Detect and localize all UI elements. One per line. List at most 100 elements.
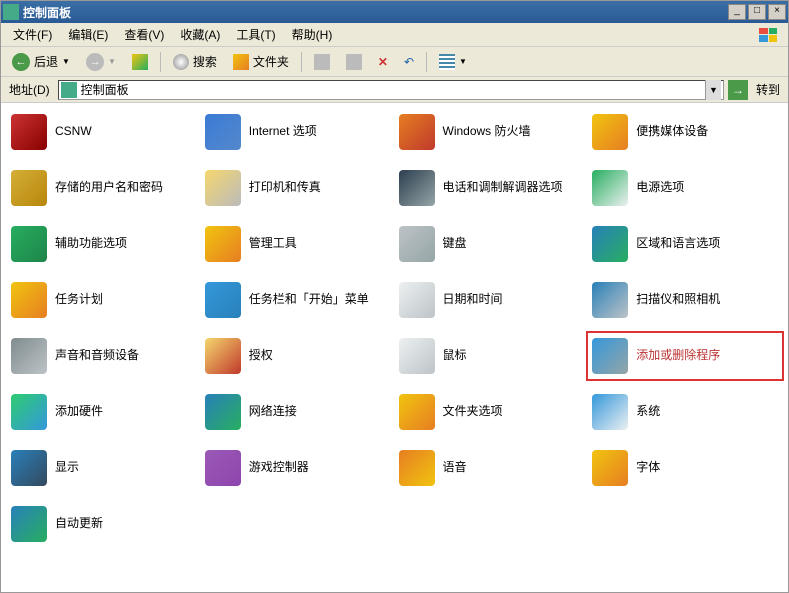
app-icon (3, 4, 19, 20)
views-button[interactable]: ▼ (432, 50, 474, 74)
cp-item-addremove[interactable]: 添加或删除程序 (590, 335, 780, 377)
power-icon (592, 170, 628, 206)
cp-item-csnw[interactable]: CSNW (9, 111, 199, 153)
views-icon (439, 54, 455, 70)
cp-item-label: 便携媒体设备 (636, 124, 708, 140)
cp-item-sound[interactable]: 声音和音频设备 (9, 335, 199, 377)
close-button[interactable]: × (768, 4, 786, 20)
undo-button[interactable]: ↶ (397, 50, 421, 74)
back-button[interactable]: ← 后退 ▼ (5, 50, 77, 74)
system-icon (592, 394, 628, 430)
cp-item-label: 扫描仪和照相机 (636, 292, 720, 308)
cp-item-label: 管理工具 (249, 236, 297, 252)
address-dropdown-icon[interactable]: ▼ (705, 80, 721, 100)
cp-item-taskbar[interactable]: 任务栏和「开始」菜单 (203, 279, 393, 321)
portable-icon (592, 114, 628, 150)
cp-item-addhw[interactable]: 添加硬件 (9, 391, 199, 433)
delete-button[interactable]: ✕ (371, 50, 395, 74)
window-title: 控制面板 (23, 4, 726, 21)
scanner-icon (592, 282, 628, 318)
cp-item-access[interactable]: 辅助功能选项 (9, 223, 199, 265)
copyto-button[interactable] (339, 50, 369, 74)
cp-item-gamepad[interactable]: 游戏控制器 (203, 447, 393, 489)
cp-item-display[interactable]: 显示 (9, 447, 199, 489)
menu-edit[interactable]: 编辑(E) (60, 24, 116, 45)
folders-icon (233, 54, 249, 70)
address-label: 地址(D) (5, 81, 54, 98)
up-button[interactable] (125, 50, 155, 74)
network-icon (205, 394, 241, 430)
datetime-icon (399, 282, 435, 318)
cp-item-label: 游戏控制器 (249, 460, 309, 476)
address-combo[interactable]: 控制面板 ▼ (58, 80, 724, 100)
display-icon (11, 450, 47, 486)
cp-item-label: 打印机和传真 (249, 180, 321, 196)
fonts-icon (592, 450, 628, 486)
search-button[interactable]: 搜索 (166, 50, 224, 74)
cp-item-internet[interactable]: Internet 选项 (203, 111, 393, 153)
internet-icon (205, 114, 241, 150)
cp-item-power[interactable]: 电源选项 (590, 167, 780, 209)
address-icon (61, 82, 77, 98)
mouse-icon (399, 338, 435, 374)
cp-item-label: Windows 防火墙 (443, 124, 531, 140)
cp-item-keyboard[interactable]: 键盘 (397, 223, 587, 265)
forward-arrow-icon: → (86, 53, 104, 71)
cp-item-portable[interactable]: 便携媒体设备 (590, 111, 780, 153)
cp-item-label: 字体 (636, 460, 660, 476)
cp-item-speech[interactable]: 语音 (397, 447, 587, 489)
cp-item-label: 任务栏和「开始」菜单 (249, 292, 369, 308)
address-value: 控制面板 (81, 81, 129, 98)
speech-icon (399, 450, 435, 486)
cp-item-folder[interactable]: 文件夹选项 (397, 391, 587, 433)
cp-item-label: CSNW (55, 124, 92, 140)
cp-item-label: 任务计划 (55, 292, 103, 308)
cp-item-network[interactable]: 网络连接 (203, 391, 393, 433)
maximize-button[interactable]: □ (748, 4, 766, 20)
cp-item-label: 文件夹选项 (443, 404, 503, 420)
cp-item-printer[interactable]: 打印机和传真 (203, 167, 393, 209)
gamepad-icon (205, 450, 241, 486)
moveto-button[interactable] (307, 50, 337, 74)
cp-item-firewall[interactable]: Windows 防火墙 (397, 111, 587, 153)
cp-item-admintools[interactable]: 管理工具 (203, 223, 393, 265)
folder-icon (399, 394, 435, 430)
cp-item-scanner[interactable]: 扫描仪和照相机 (590, 279, 780, 321)
cp-item-label: 声音和音频设备 (55, 348, 139, 364)
cp-item-tasks[interactable]: 任务计划 (9, 279, 199, 321)
menu-favorites[interactable]: 收藏(A) (172, 24, 228, 45)
cp-item-datetime[interactable]: 日期和时间 (397, 279, 587, 321)
cp-item-label: 电话和调制解调器选项 (443, 180, 563, 196)
undo-icon: ↶ (404, 55, 414, 69)
folders-label: 文件夹 (253, 53, 289, 70)
folders-button[interactable]: 文件夹 (226, 50, 296, 74)
admintools-icon (205, 226, 241, 262)
cp-item-system[interactable]: 系统 (590, 391, 780, 433)
go-button[interactable]: → (728, 80, 748, 100)
cp-item-credentials[interactable]: 存储的用户名和密码 (9, 167, 199, 209)
cp-item-phone[interactable]: 电话和调制解调器选项 (397, 167, 587, 209)
cp-item-update[interactable]: 自动更新 (9, 503, 199, 545)
toolbar: ← 后退 ▼ → ▼ 搜索 文件夹 ✕ ↶ ▼ (1, 47, 788, 77)
addremove-icon (592, 338, 628, 374)
menu-tools[interactable]: 工具(T) (228, 24, 283, 45)
cp-item-mouse[interactable]: 鼠标 (397, 335, 587, 377)
cp-item-fonts[interactable]: 字体 (590, 447, 780, 489)
minimize-button[interactable]: _ (728, 4, 746, 20)
cp-item-region[interactable]: 区域和语言选项 (590, 223, 780, 265)
firewall-icon (399, 114, 435, 150)
region-icon (592, 226, 628, 262)
taskbar-icon (205, 282, 241, 318)
menu-view[interactable]: 查看(V) (116, 24, 172, 45)
cp-item-license[interactable]: 授权 (203, 335, 393, 377)
cp-item-label: Internet 选项 (249, 124, 317, 140)
cp-item-label: 添加硬件 (55, 404, 103, 420)
addhw-icon (11, 394, 47, 430)
cp-item-label: 键盘 (443, 236, 467, 252)
menu-help[interactable]: 帮助(H) (284, 24, 341, 45)
menu-file[interactable]: 文件(F) (5, 24, 60, 45)
copyto-icon (346, 54, 362, 70)
forward-button[interactable]: → ▼ (79, 50, 123, 74)
delete-icon: ✕ (378, 55, 388, 69)
cp-item-label: 鼠标 (443, 348, 467, 364)
